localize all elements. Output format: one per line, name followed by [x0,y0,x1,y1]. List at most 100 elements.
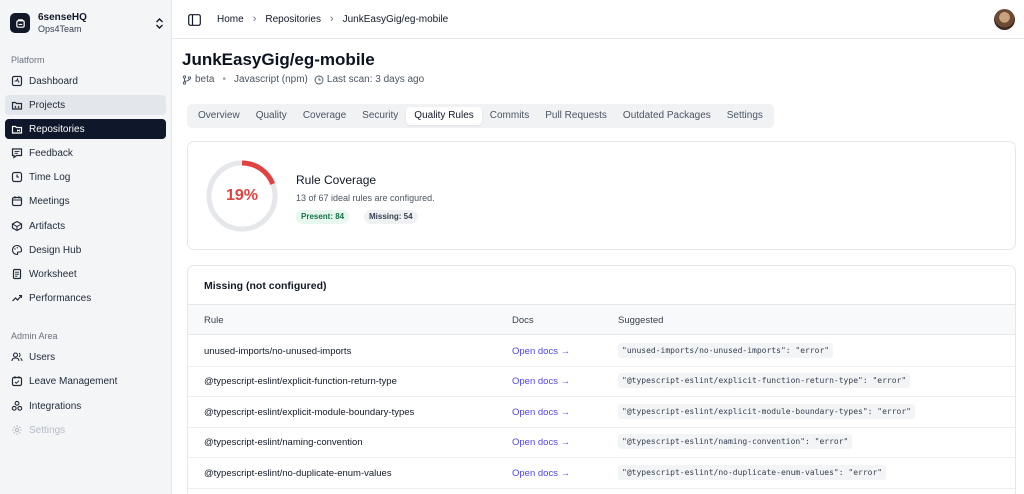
tab-commits[interactable]: Commits [482,107,537,125]
sidebar-toggle-icon[interactable] [188,13,201,26]
tab-quality-rules[interactable]: Quality Rules [406,107,482,125]
artifacts-icon [11,220,23,232]
sidebar-item-integrations[interactable]: Integrations [5,396,166,416]
repo-tabs: Overview Quality Coverage Security Quali… [187,104,774,128]
sidebar-item-performances[interactable]: Performances [5,288,166,308]
sidebar-item-label: Meetings [29,195,70,207]
sidebar-item-label: Time Log [29,171,71,183]
breadcrumb-home[interactable]: Home [217,14,244,25]
missing-rules-card: Missing (not configured) Rule Docs Sugge… [187,265,1016,494]
dashboard-icon [11,75,23,87]
table-header: Rule Docs Suggested [188,304,1015,335]
missing-badge: Missing: 54 [364,210,418,224]
feedback-icon [11,147,23,159]
sidebar-item-artifacts[interactable]: Artifacts [5,216,166,236]
sidebar-item-label: Dashboard [29,75,78,87]
separator-dot: • [222,74,226,85]
users-icon [11,351,23,363]
sidebar-item-label: Feedback [29,147,73,159]
calendar-check-icon [11,375,23,387]
missing-rules-title: Missing (not configured) [204,280,327,292]
tab-overview[interactable]: Overview [190,107,248,125]
coverage-title: Rule Coverage [296,173,377,187]
clock-icon [314,75,324,85]
breadcrumb: Home › Repositories › JunkEasyGig/eg-mob… [217,13,448,25]
rule-name: @typescript-eslint/explicit-function-ret… [204,376,397,387]
sidebar-item-time-log[interactable]: Time Log [5,167,166,187]
sidebar-item-repositories[interactable]: Repositories [5,119,166,139]
open-docs-link[interactable]: Open docs → [512,437,570,448]
table-row: @typescript-eslint/no-duplicate-enum-val… [188,458,1015,489]
sidebar-item-label: Integrations [29,400,82,412]
rule-name: unused-imports/no-unused-imports [204,346,352,357]
chevrons-up-down-icon[interactable] [152,14,166,32]
sidebar-item-label: Projects [29,99,66,111]
tab-coverage[interactable]: Coverage [295,107,354,125]
org-team: Ops4Team [38,23,82,34]
open-docs-link[interactable]: Open docs → [512,407,570,418]
open-docs-link[interactable]: Open docs → [512,376,570,387]
table-row: @typescript-eslint/explicit-module-bound… [188,397,1015,428]
column-header-rule: Rule [204,315,224,326]
sidebar-item-feedback[interactable]: Feedback [5,143,166,163]
gear-icon [11,424,23,436]
repo-meta: beta • Javascript (npm) Last scan: 3 day… [182,74,424,85]
palette-icon [11,244,23,256]
integrations-icon [11,400,23,412]
coverage-subtitle: 13 of 67 ideal rules are configured. [296,193,435,203]
projects-icon [11,99,23,111]
calendar-icon [11,195,23,207]
coverage-percent: 19% [225,187,259,204]
trend-icon [11,292,23,304]
avatar[interactable] [994,9,1015,30]
org-switcher[interactable]: 6senseHQ Ops4Team [10,9,166,37]
table-row: @typescript-eslint/naming-convention Ope… [188,427,1015,458]
tab-outdated-packages[interactable]: Outdated Packages [615,107,719,125]
sidebar-item-projects[interactable]: Projects [5,95,166,115]
rule-coverage-card: 19% Rule Coverage 13 of 67 ideal rules a… [187,141,1016,250]
sidebar-item-worksheet[interactable]: Worksheet [5,264,166,284]
tab-quality[interactable]: Quality [248,107,295,125]
repositories-icon [11,123,23,135]
sidebar-item-dashboard[interactable]: Dashboard [5,71,166,91]
breadcrumb-repositories[interactable]: Repositories [265,14,321,25]
sidebar-item-label: Repositories [29,123,85,135]
sidebar-item-label: Worksheet [29,268,77,280]
platform-section-label: Platform [11,55,45,65]
sidebar-item-leave-management[interactable]: Leave Management [5,371,166,391]
sidebar-item-design-hub[interactable]: Design Hub [5,240,166,260]
table-row: unused-imports/no-unused-imports Open do… [188,336,1015,367]
admin-section-label: Admin Area [11,331,58,341]
sidebar-item-users[interactable]: Users [5,347,166,367]
page-title: JunkEasyGig/eg-mobile [182,50,375,69]
breadcrumb-current: JunkEasyGig/eg-mobile [342,13,449,25]
open-docs-link[interactable]: Open docs → [512,468,570,479]
org-name: 6senseHQ [38,11,87,23]
tab-settings[interactable]: Settings [719,107,771,125]
tab-security[interactable]: Security [354,107,406,125]
column-header-suggested: Suggested [618,315,664,326]
main-content: JunkEasyGig/eg-mobile beta • Javascript … [172,40,1024,494]
clock-icon [11,171,23,183]
column-header-docs: Docs [512,315,534,326]
sidebar-item-label: Design Hub [29,244,82,256]
suggested-config: "@typescript-eslint/explicit-module-boun… [618,404,915,419]
table-row: @typescript-eslint/explicit-function-ret… [188,366,1015,397]
sidebar-item-label: Users [29,351,56,363]
sidebar-item-settings[interactable]: Settings [5,420,166,440]
sidebar-item-label: Performances [29,292,92,304]
open-docs-link[interactable]: Open docs → [512,346,570,357]
sidebar-item-meetings[interactable]: Meetings [5,191,166,211]
repo-language: Javascript (npm) [233,74,308,85]
suggested-config: "@typescript-eslint/naming-convention": … [618,434,853,449]
tab-pull-requests[interactable]: Pull Requests [537,107,615,125]
suggested-config: "unused-imports/no-unused-imports": "err… [618,343,834,358]
suggested-config: "@typescript-eslint/explicit-function-re… [618,373,911,388]
branch-icon [182,74,192,85]
org-logo-icon [10,13,30,33]
worksheet-icon [11,268,23,280]
sidebar: 6senseHQ Ops4Team Platform Dashboard Pro… [0,0,172,494]
top-bar: Home › Repositories › JunkEasyGig/eg-mob… [172,0,1024,39]
chevron-right-icon: › [329,13,334,25]
repo-branch: beta [195,74,215,85]
